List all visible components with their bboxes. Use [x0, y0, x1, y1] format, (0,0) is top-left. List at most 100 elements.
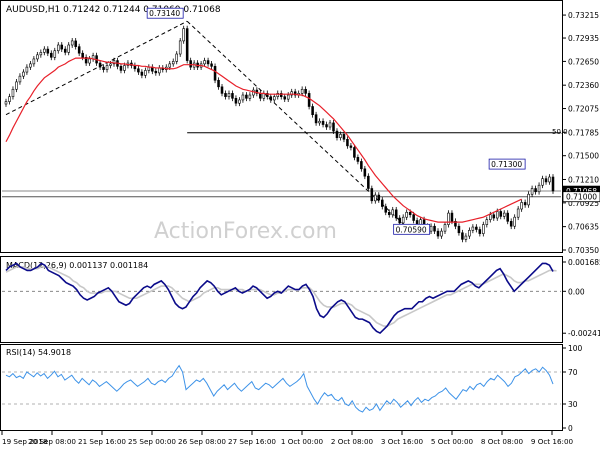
- candle-body: [475, 226, 478, 230]
- candle-body: [544, 178, 548, 183]
- candle-body: [307, 93, 311, 107]
- candle-body: [67, 44, 70, 53]
- candle-body: [405, 211, 408, 218]
- candle-body: [29, 63, 32, 68]
- macd-ytick-label: -0.00241: [568, 329, 600, 338]
- candle-body: [185, 28, 189, 61]
- candle-body: [325, 124, 328, 128]
- rsi-ytick-label: 0: [568, 424, 573, 433]
- candle-body: [471, 226, 475, 231]
- candle-body: [269, 96, 273, 101]
- candle-body: [450, 212, 454, 222]
- candle-body: [22, 71, 25, 77]
- rsi-ytick-label: 70: [568, 368, 578, 377]
- macd-line: [5, 262, 554, 335]
- candle-body: [300, 88, 304, 94]
- annotation-label: 0.70590: [396, 225, 427, 234]
- candle-body: [154, 70, 158, 74]
- candle-body: [15, 81, 18, 90]
- price-ytick-label: 0.72650: [568, 57, 599, 66]
- candle-body: [43, 48, 46, 53]
- candle-body: [18, 75, 22, 83]
- candle-body: [318, 120, 321, 124]
- candle-body: [499, 211, 503, 217]
- xtick-label: 25 Sep 00:00: [128, 437, 176, 446]
- price-ytick-label: 0.72935: [568, 34, 599, 43]
- price-ytick-label: 0.72075: [568, 105, 599, 114]
- candle-body: [175, 53, 178, 62]
- price-ytick-label: 0.72360: [568, 81, 599, 90]
- candle-body: [105, 65, 109, 70]
- candle-body: [8, 96, 11, 102]
- candle-body: [360, 161, 363, 170]
- candle-body: [109, 63, 112, 66]
- candle-body: [349, 145, 353, 148]
- candle-body: [46, 48, 50, 54]
- macd-ytick-label: 0.001685: [568, 258, 600, 267]
- candle-body: [50, 52, 53, 58]
- candle-body: [241, 94, 245, 101]
- candle-body: [461, 232, 464, 240]
- xtick-label: 5 Oct 00:00: [431, 437, 474, 446]
- candle-body: [102, 66, 105, 70]
- candle-body: [283, 96, 286, 100]
- candle-body: [506, 212, 509, 222]
- candle-body: [367, 175, 370, 189]
- chart-svg: AUDUSD,H1 0.71242 0.71244 0.71060 0.7106…: [0, 0, 600, 446]
- candle-body: [231, 93, 234, 99]
- candle-body: [530, 188, 534, 195]
- candle-body: [537, 184, 541, 193]
- xtick-label: 8 Oct 08:00: [481, 437, 524, 446]
- candle-body: [4, 101, 8, 105]
- candle-body: [339, 134, 342, 138]
- candle-body: [210, 63, 213, 67]
- xtick-label: 1 Oct 00:00: [281, 437, 324, 446]
- candle-body: [332, 122, 335, 132]
- candle-body: [492, 214, 496, 219]
- candle-body: [551, 176, 555, 192]
- candle-body: [60, 44, 64, 50]
- candle-body: [53, 50, 57, 58]
- candle-body: [478, 229, 482, 234]
- annotation-label: 0.73140: [149, 9, 180, 18]
- watermark: ActionForex.com: [154, 219, 337, 244]
- macd-signal-line: [5, 266, 557, 327]
- candle-body: [482, 224, 485, 234]
- rsi-title: RSI(14) 54.9018: [6, 348, 71, 357]
- candle-body: [286, 94, 290, 100]
- candle-body: [304, 88, 307, 94]
- candle-body: [39, 52, 43, 56]
- candle-body: [346, 139, 349, 147]
- price-layer: 0.73140 0.71300 0.70590: [2, 7, 561, 243]
- macd-ytick-label: 0.00: [568, 287, 585, 296]
- candle-body: [77, 46, 81, 54]
- candle-body: [447, 212, 450, 225]
- candle-body: [464, 235, 468, 240]
- candle-body: [178, 40, 182, 55]
- candle-body: [234, 98, 238, 104]
- candle-body: [495, 211, 499, 219]
- rsi-layer: [2, 364, 561, 413]
- candle-body: [36, 54, 39, 60]
- candle-body: [391, 209, 395, 216]
- candle-body: [213, 66, 217, 81]
- candle-body: [335, 130, 339, 138]
- candle-body: [548, 176, 551, 183]
- candle-body: [520, 202, 523, 210]
- macd-layer: [2, 262, 561, 335]
- candle-body: [189, 60, 192, 68]
- candle-body: [374, 194, 377, 202]
- candle-body: [509, 221, 513, 227]
- candle-body: [370, 188, 374, 202]
- symbol-header: AUDUSD,H1 0.71242 0.71244 0.71060 0.7106…: [6, 5, 221, 15]
- candle-body: [381, 199, 384, 207]
- candle-body: [220, 86, 224, 94]
- candle-body: [70, 40, 74, 46]
- candle-body: [457, 225, 461, 234]
- candle-body: [140, 71, 144, 76]
- candle-body: [328, 122, 332, 128]
- candle-body: [88, 58, 91, 64]
- candle-body: [273, 96, 276, 101]
- candle-body: [429, 225, 433, 232]
- candle-body: [123, 65, 126, 71]
